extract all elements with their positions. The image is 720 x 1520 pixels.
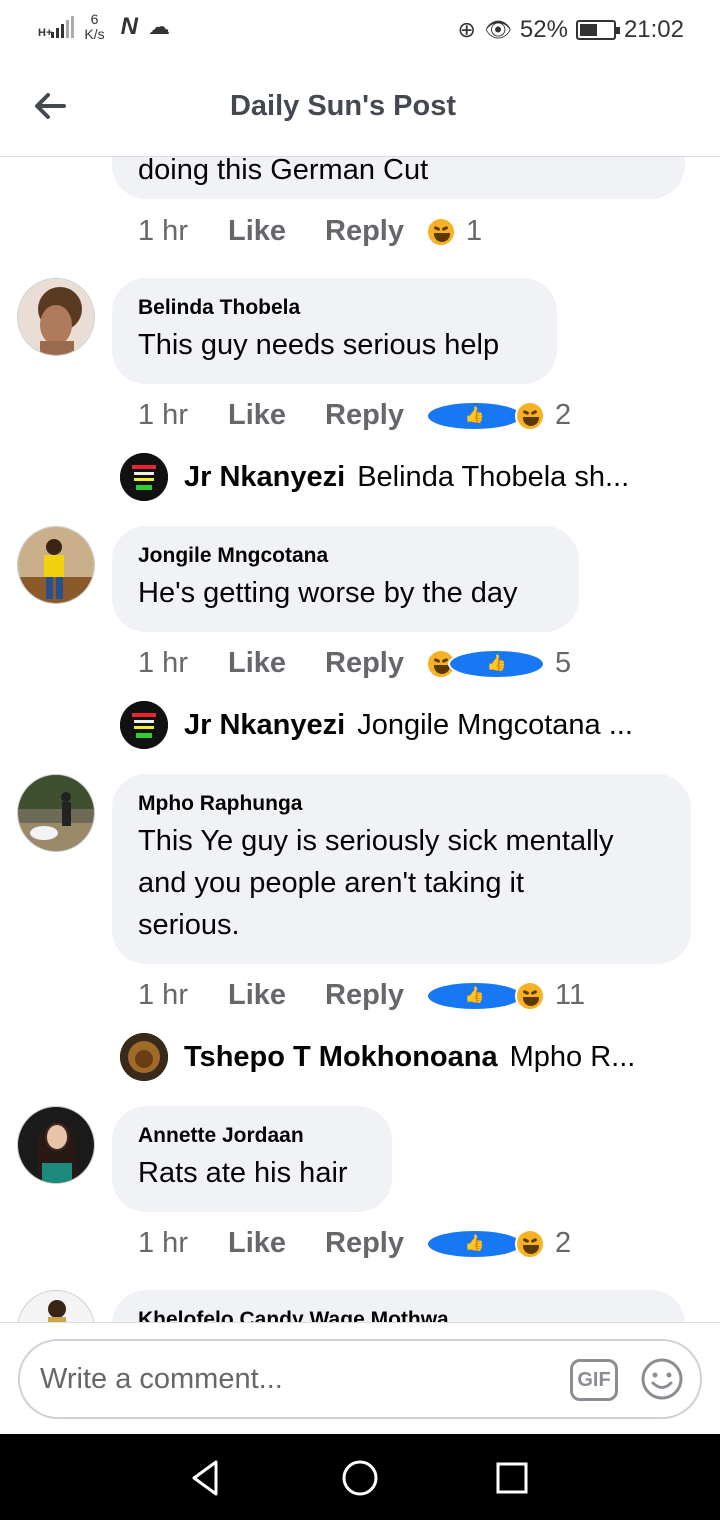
- home-nav-icon[interactable]: [338, 1456, 382, 1500]
- comment-author[interactable]: Jongile Mngcotana: [138, 542, 553, 570]
- reply-button[interactable]: Reply: [325, 647, 404, 680]
- avatar: [120, 1033, 168, 1081]
- comment-author[interactable]: Belinda Thobela: [138, 294, 531, 322]
- reply-button[interactable]: Reply: [325, 979, 404, 1012]
- nfc-icon: N: [120, 13, 138, 40]
- reply-button[interactable]: Reply: [325, 215, 404, 248]
- network-type: H+: [38, 27, 53, 39]
- avatar[interactable]: [17, 526, 95, 604]
- comment-time: 1 hr: [138, 215, 188, 247]
- comment-actions: 1 hr Like Reply 1: [138, 215, 482, 248]
- like-reaction-icon[interactable]: 👍: [447, 648, 545, 679]
- comment-text: He's getting worse by the day: [138, 577, 518, 609]
- cloud-icon: ☁: [147, 14, 170, 39]
- like-button[interactable]: Like: [228, 399, 325, 432]
- reply-author: Jr Nkanyezi: [184, 460, 346, 493]
- comment-bubble[interactable]: Jongile Mngcotana He's getting worse by …: [112, 526, 579, 632]
- eye-comfort-icon: 👁: [483, 17, 512, 42]
- like-reaction-icon[interactable]: 👍: [425, 400, 523, 431]
- page-title: Daily Sun's Post: [229, 90, 457, 122]
- reaction-count[interactable]: 2: [555, 1227, 571, 1260]
- comment-bubble[interactable]: Mpho Raphunga This Ye guy is seriously s…: [112, 774, 691, 964]
- network-speed: 6 K/s: [84, 11, 105, 42]
- comment-input[interactable]: [40, 1351, 560, 1407]
- avatar[interactable]: [17, 1106, 95, 1184]
- signal-icon: H+: [38, 16, 75, 39]
- reply-author: Jr Nkanyezi: [184, 708, 346, 741]
- comment-time: 1 hr: [138, 1227, 188, 1259]
- emoji-icon[interactable]: [640, 1357, 684, 1401]
- like-button[interactable]: Like: [228, 647, 325, 680]
- reply-snippet: Jongile Mngcotana ...: [357, 708, 633, 741]
- gif-button[interactable]: GIF: [570, 1359, 618, 1401]
- comment-bubble[interactable]: Belinda Thobela This guy needs serious h…: [112, 278, 557, 384]
- haha-reaction-icon[interactable]: [514, 1228, 545, 1259]
- like-button[interactable]: Like: [228, 215, 325, 248]
- reaction-count[interactable]: 11: [555, 979, 585, 1012]
- battery-icon: [575, 20, 620, 40]
- system-nav-bar: [0, 1434, 720, 1520]
- comment-list: doing this German Cut 1 hr Like Reply 1 …: [0, 157, 720, 1322]
- comment-time: 1 hr: [138, 647, 188, 679]
- comment-text: This guy needs serious help: [138, 329, 500, 361]
- comment-input-box[interactable]: GIF: [18, 1339, 702, 1419]
- reaction-count[interactable]: 5: [555, 647, 571, 680]
- haha-reaction-icon[interactable]: [514, 400, 545, 431]
- haha-reaction-icon[interactable]: [425, 216, 456, 247]
- reply-snippet: Mpho R...: [509, 1040, 636, 1073]
- back-nav-icon[interactable]: [184, 1456, 228, 1500]
- comment-bubble[interactable]: Khelofelo Candy Wage Mothwa: [112, 1290, 685, 1322]
- reaction-count[interactable]: 1: [466, 215, 482, 248]
- header: Daily Sun's Post: [0, 62, 720, 157]
- comment-actions: 1 hr Like Reply 👍 11: [138, 979, 585, 1012]
- comment-bubble[interactable]: Annette Jordaan Rats ate his hair: [112, 1106, 392, 1212]
- like-button[interactable]: Like: [228, 1227, 325, 1260]
- avatar[interactable]: [17, 1290, 95, 1322]
- like-reaction-icon[interactable]: 👍: [425, 1228, 523, 1259]
- recents-nav-icon[interactable]: [490, 1456, 534, 1500]
- haha-reaction-icon[interactable]: [514, 980, 545, 1011]
- reply-button[interactable]: Reply: [325, 399, 404, 432]
- comment-composer: GIF: [0, 1322, 720, 1434]
- status-bar: H+ 6 K/s N ☁ ⊕ 👁 52% 21:02: [0, 0, 720, 62]
- reaction-count[interactable]: 2: [555, 399, 571, 432]
- reply-preview[interactable]: Jr Nkanyezi Jongile Mngcotana ...: [120, 701, 633, 749]
- clock: 21:02: [623, 16, 684, 43]
- comment-text: doing this German Cut: [138, 157, 429, 186]
- comment-time: 1 hr: [138, 979, 188, 1011]
- comment-author[interactable]: Annette Jordaan: [138, 1122, 366, 1150]
- reply-button[interactable]: Reply: [325, 1227, 404, 1260]
- comment-time: 1 hr: [138, 399, 188, 431]
- like-button[interactable]: Like: [228, 979, 325, 1012]
- reply-snippet: Belinda Thobela sh...: [357, 460, 630, 493]
- comment-actions: 1 hr Like Reply 👍 5: [138, 647, 571, 680]
- comment-bubble[interactable]: doing this German Cut: [112, 157, 685, 199]
- comment-author[interactable]: Khelofelo Candy Wage Mothwa: [138, 1306, 659, 1322]
- comment-actions: 1 hr Like Reply 👍 2: [138, 1227, 571, 1260]
- reply-preview[interactable]: Tshepo T Mokhonoana Mpho R...: [120, 1033, 635, 1081]
- data-saver-icon: ⊕: [457, 17, 476, 42]
- avatar: [120, 701, 168, 749]
- comment-actions: 1 hr Like Reply 👍 2: [138, 399, 571, 432]
- avatar[interactable]: [17, 774, 95, 852]
- battery-percent: 52%: [519, 16, 568, 43]
- like-reaction-icon[interactable]: 👍: [425, 980, 523, 1011]
- comment-text: Rats ate his hair: [138, 1157, 348, 1189]
- reply-author: Tshepo T Mokhonoana: [184, 1040, 498, 1073]
- avatar: [120, 453, 168, 501]
- avatar[interactable]: [17, 278, 95, 356]
- comment-author[interactable]: Mpho Raphunga: [138, 790, 665, 818]
- reply-preview[interactable]: Jr Nkanyezi Belinda Thobela sh...: [120, 453, 629, 501]
- comment-text: This Ye guy is seriously sick mentally a…: [138, 825, 614, 941]
